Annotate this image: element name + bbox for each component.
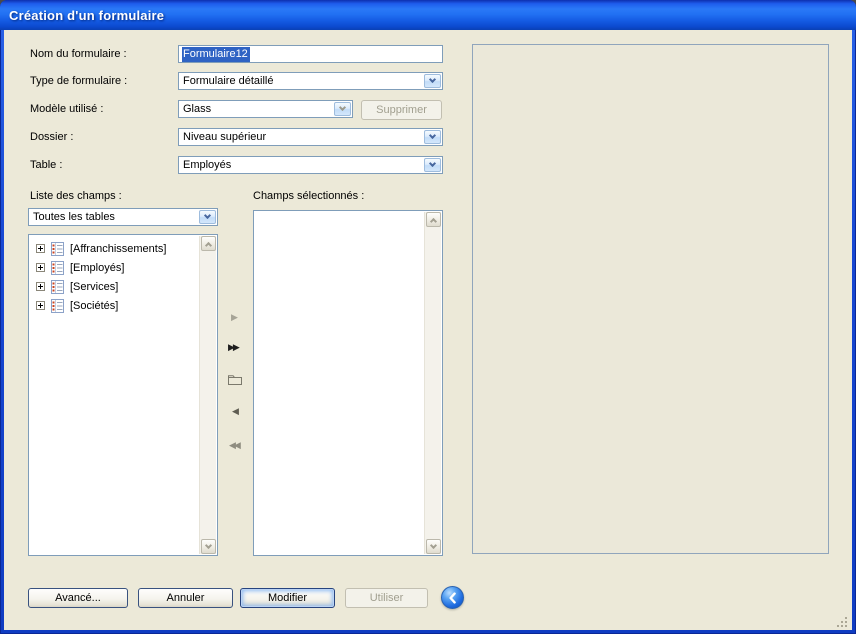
expand-icon[interactable] (36, 301, 45, 310)
dialog-window: Création d'un formulaire Nom du formulai… (0, 0, 856, 634)
chevron-down-icon (339, 104, 346, 111)
form-model-select[interactable]: Glass (178, 100, 353, 118)
form-table-select[interactable]: Employés (178, 156, 443, 174)
tree-item-label: [Sociétés] (70, 300, 118, 312)
tree-item[interactable]: [Employés] (29, 258, 199, 277)
tree-item[interactable]: [Sociétés] (29, 296, 199, 315)
selected-fields-label: Champs sélectionnés : (253, 190, 364, 202)
folder-button[interactable] (227, 373, 243, 386)
remove-field-button[interactable]: ◀ (232, 407, 237, 416)
chevron-down-icon (429, 160, 436, 167)
chevron-up-icon (430, 217, 437, 224)
form-type-label: Type de formulaire : (30, 75, 127, 87)
form-model-value: Glass (179, 103, 334, 115)
chevron-down-icon (429, 76, 436, 83)
form-folder-label: Dossier : (30, 131, 73, 143)
tree-item[interactable]: [Affranchissements] (29, 239, 199, 258)
fields-tree[interactable]: [Affranchissements] [Employés] [Services… (28, 234, 218, 556)
resize-grip[interactable] (836, 615, 850, 629)
chevron-down-icon (205, 541, 212, 548)
scroll-down-button[interactable] (426, 539, 441, 554)
title-bar[interactable]: Création d'un formulaire (0, 0, 856, 30)
fields-list-label: Liste des champs : (30, 190, 122, 202)
form-table-label: Table : (30, 159, 62, 171)
expand-icon[interactable] (36, 244, 45, 253)
expand-icon[interactable] (36, 263, 45, 272)
form-model-dropdown-button[interactable] (334, 102, 351, 116)
scroll-up-button[interactable] (201, 236, 216, 251)
form-table-value: Employés (179, 159, 424, 171)
add-field-button[interactable]: ▶ (231, 313, 236, 322)
window-title: Création d'un formulaire (9, 8, 164, 23)
fields-filter-dropdown-button[interactable] (199, 210, 216, 224)
chevron-down-icon (204, 212, 211, 219)
table-icon (51, 242, 64, 256)
modify-button[interactable]: Modifier (240, 588, 335, 608)
add-all-fields-button[interactable]: ▶▶ (228, 343, 238, 352)
table-icon (51, 280, 64, 294)
tree-item[interactable]: [Services] (29, 277, 199, 296)
form-table-dropdown-button[interactable] (424, 158, 441, 172)
dialog-body: Nom du formulaire : Formulaire12 Type de… (4, 30, 852, 630)
chevron-left-icon (448, 592, 457, 604)
form-model-label: Modèle utilisé : (30, 103, 103, 115)
selected-scrollbar[interactable] (424, 212, 441, 554)
tree-item-label: [Services] (70, 281, 118, 293)
form-type-select[interactable]: Formulaire détaillé (178, 72, 443, 90)
advanced-button[interactable]: Avancé... (28, 588, 128, 608)
chevron-down-icon (429, 132, 436, 139)
scroll-up-button[interactable] (426, 212, 441, 227)
table-icon (51, 299, 64, 313)
tree-scrollbar[interactable] (199, 236, 216, 554)
selected-fields-list[interactable] (253, 210, 443, 556)
expand-icon[interactable] (36, 282, 45, 291)
form-type-value: Formulaire détaillé (179, 75, 424, 87)
chevron-down-icon (430, 541, 437, 548)
form-folder-value: Niveau supérieur (179, 131, 424, 143)
form-folder-dropdown-button[interactable] (424, 130, 441, 144)
form-preview-panel (472, 44, 829, 554)
use-button[interactable]: Utiliser (345, 588, 428, 608)
chevron-up-icon (205, 241, 212, 248)
table-icon (51, 261, 64, 275)
form-name-input[interactable]: Formulaire12 (178, 45, 443, 63)
form-name-label: Nom du formulaire : (30, 48, 127, 60)
tree-item-label: [Employés] (70, 262, 124, 274)
form-name-value: Formulaire12 (182, 47, 250, 62)
fields-filter-value: Toutes les tables (29, 211, 199, 223)
delete-model-button[interactable]: Supprimer (361, 100, 442, 120)
fields-filter-select[interactable]: Toutes les tables (28, 208, 218, 226)
form-type-dropdown-button[interactable] (424, 74, 441, 88)
scroll-down-button[interactable] (201, 539, 216, 554)
tree-item-label: [Affranchissements] (70, 243, 166, 255)
remove-all-fields-button[interactable]: ◀◀ (229, 441, 239, 450)
form-folder-select[interactable]: Niveau supérieur (178, 128, 443, 146)
cancel-button[interactable]: Annuler (138, 588, 233, 608)
back-button[interactable] (441, 586, 464, 609)
